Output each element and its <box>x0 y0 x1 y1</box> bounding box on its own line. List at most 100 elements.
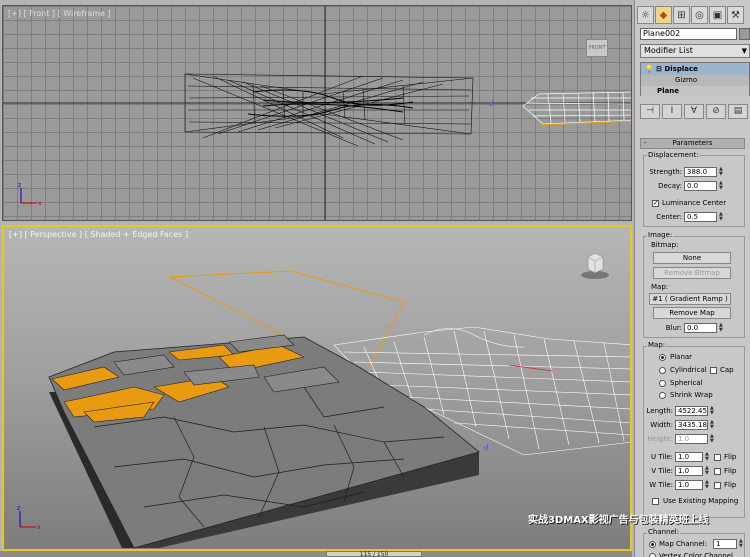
show-end-result-icon[interactable]: Ⅰ <box>662 103 682 119</box>
modify-tab-icon[interactable]: ◆ <box>655 6 672 24</box>
modifier-list-label: Modifier List <box>644 46 693 55</box>
hierarchy-tab-icon[interactable]: ⊞ <box>673 6 690 24</box>
collapse-icon[interactable]: ⊟ <box>656 65 662 73</box>
u-tile-label: U Tile: <box>651 453 673 461</box>
center-spinner-icon[interactable]: ▲ ▼ <box>719 212 724 222</box>
spherical-radio[interactable] <box>659 380 666 387</box>
planar-radio[interactable] <box>659 354 666 361</box>
strength-spinner-icon[interactable]: ▲ ▼ <box>719 167 724 177</box>
modifier-list-dropdown[interactable]: Modifier List ▼ <box>640 44 750 58</box>
display-tab-icon[interactable]: ▣ <box>709 6 726 24</box>
create-tab-icon[interactable]: ☼ <box>637 6 654 24</box>
v-tile-label: V Tile: <box>651 467 673 475</box>
object-color-swatch[interactable] <box>739 28 750 40</box>
height-label: Height: <box>647 435 674 443</box>
width-spinner-icon[interactable]: ▲ ▼ <box>710 420 715 430</box>
svg-text:x: x <box>38 200 42 207</box>
bitmap-label: Bitmap: <box>651 241 679 249</box>
length-input[interactable]: 4522.45 <box>675 406 708 416</box>
configure-modifier-sets-icon[interactable]: ▤ <box>728 103 748 119</box>
remove-map-button[interactable]: Remove Map <box>653 307 731 319</box>
map-label: Map: <box>651 283 669 291</box>
w-tile-label: W Tile: <box>649 481 673 489</box>
svg-text:Ꮷ: Ꮷ <box>484 443 488 452</box>
vertex-color-label: Vertex Color Channel <box>659 552 733 557</box>
vertex-color-radio[interactable] <box>649 553 656 557</box>
map-group-label: Map: <box>647 341 667 349</box>
map-channel-label: Map Channel: <box>659 540 708 548</box>
perspective-viewport[interactable]: [+] [ Perspective ] [ Shaded + Edged Fac… <box>2 225 632 551</box>
u-tile-spinner-icon[interactable]: ▲ ▼ <box>705 452 710 462</box>
center-input[interactable]: 0.5 <box>684 212 717 222</box>
map-channel-input[interactable]: 1 <box>713 539 737 549</box>
channel-group-label: Channel: <box>647 528 681 536</box>
map-slot-button[interactable]: #1 ( Gradient Ramp ) <box>649 293 731 305</box>
height-input[interactable]: 1.0 <box>675 434 708 444</box>
image-group-label: Image: <box>647 231 674 239</box>
use-existing-mapping-label: Use Existing Mapping <box>663 497 739 505</box>
front-wireframe-render: Ꮷ x z <box>3 6 631 220</box>
utilities-tab-icon[interactable]: ⚒ <box>727 6 744 24</box>
cylindrical-label: Cylindrical <box>670 366 707 374</box>
time-slider[interactable]: 115 / 150 <box>326 551 422 557</box>
chevron-down-icon: ▼ <box>741 47 747 55</box>
u-flip-checkbox[interactable] <box>714 454 721 461</box>
object-name-input[interactable]: Plane002 <box>640 28 737 40</box>
luminance-center-checkbox[interactable]: ✓ <box>652 200 659 207</box>
width-input[interactable]: 3435.18 <box>675 420 708 430</box>
v-tile-spinner-icon[interactable]: ▲ ▼ <box>705 466 710 476</box>
make-unique-icon[interactable]: ∀ <box>684 103 704 119</box>
cap-checkbox[interactable] <box>710 367 717 374</box>
parameters-rollout-header[interactable]: - Parameters <box>640 138 745 149</box>
height-spinner-icon[interactable]: ▲ ▼ <box>710 434 715 444</box>
motion-tab-icon[interactable]: ◎ <box>691 6 708 24</box>
3dsmax-window: [+] [ Front ] [ Wireframe ] Ꮷ x z FRONT … <box>0 0 750 557</box>
modifier-stack: 💡 ⊟ Displace Gizmo Plane <box>640 62 750 97</box>
cap-label: Cap <box>720 366 734 374</box>
remove-bitmap-button[interactable]: Remove Bitmap <box>653 267 731 279</box>
center-label: Center: <box>656 213 682 221</box>
strength-label: Strength: <box>649 168 682 176</box>
decay-input[interactable]: 0.0 <box>684 181 717 191</box>
blur-input[interactable]: 0.0 <box>684 323 717 333</box>
stack-item-plane[interactable]: Plane <box>641 86 749 97</box>
length-spinner-icon[interactable]: ▲ ▼ <box>710 406 715 416</box>
bitmap-none-button[interactable]: None <box>653 252 731 264</box>
v-tile-input[interactable]: 1.0 <box>675 466 703 476</box>
shrink-wrap-radio[interactable] <box>659 392 666 399</box>
length-label: Length: <box>646 407 673 415</box>
w-flip-checkbox[interactable] <box>714 482 721 489</box>
stack-toolbar: ⊣ Ⅰ ∀ ⊘ ▤ <box>640 103 750 119</box>
w-tile-spinner-icon[interactable]: ▲ ▼ <box>705 480 710 490</box>
planar-label: Planar <box>670 353 693 361</box>
pin-stack-icon[interactable]: ⊣ <box>640 103 660 119</box>
svg-text:x: x <box>37 524 41 531</box>
stack-item-displace[interactable]: 💡 ⊟ Displace <box>641 64 749 75</box>
spherical-label: Spherical <box>670 379 703 387</box>
svg-text:z: z <box>18 182 21 189</box>
blur-spinner-icon[interactable]: ▲ ▼ <box>719 323 724 333</box>
luminance-center-label: Luminance Center <box>662 199 727 207</box>
u-tile-input[interactable]: 1.0 <box>675 452 703 462</box>
stack-item-gizmo[interactable]: Gizmo <box>641 75 749 86</box>
front-viewport[interactable]: [+] [ Front ] [ Wireframe ] Ꮷ x z FRONT <box>2 5 632 221</box>
strength-input[interactable]: 388.0 <box>684 167 717 177</box>
decay-spinner-icon[interactable]: ▲ ▼ <box>719 181 724 191</box>
shrink-wrap-label: Shrink Wrap <box>670 391 713 399</box>
rollout-title: Parameters <box>672 139 713 147</box>
w-tile-input[interactable]: 1.0 <box>675 480 703 490</box>
perspective-viewcube[interactable] <box>580 249 610 281</box>
use-existing-mapping-checkbox[interactable] <box>652 498 659 505</box>
lightbulb-icon: 💡 <box>645 65 654 73</box>
status-strip <box>0 551 632 557</box>
v-flip-label: Flip <box>724 467 737 475</box>
remove-modifier-icon[interactable]: ⊘ <box>706 103 726 119</box>
map-channel-spinner-icon[interactable]: ▲ ▼ <box>739 539 744 549</box>
command-panel: ☼ ◆ ⊞ ◎ ▣ ⚒ Plane002 Modifier List ▼ 💡 ⊟… <box>634 0 750 557</box>
width-label: Width: <box>650 421 673 429</box>
v-flip-checkbox[interactable] <box>714 468 721 475</box>
front-viewcube[interactable]: FRONT <box>586 39 608 57</box>
map-channel-radio[interactable] <box>649 541 656 548</box>
watermark-text: 实战3DMAX影视广告与包装精英班上线 <box>528 515 709 526</box>
cylindrical-radio[interactable] <box>659 367 666 374</box>
